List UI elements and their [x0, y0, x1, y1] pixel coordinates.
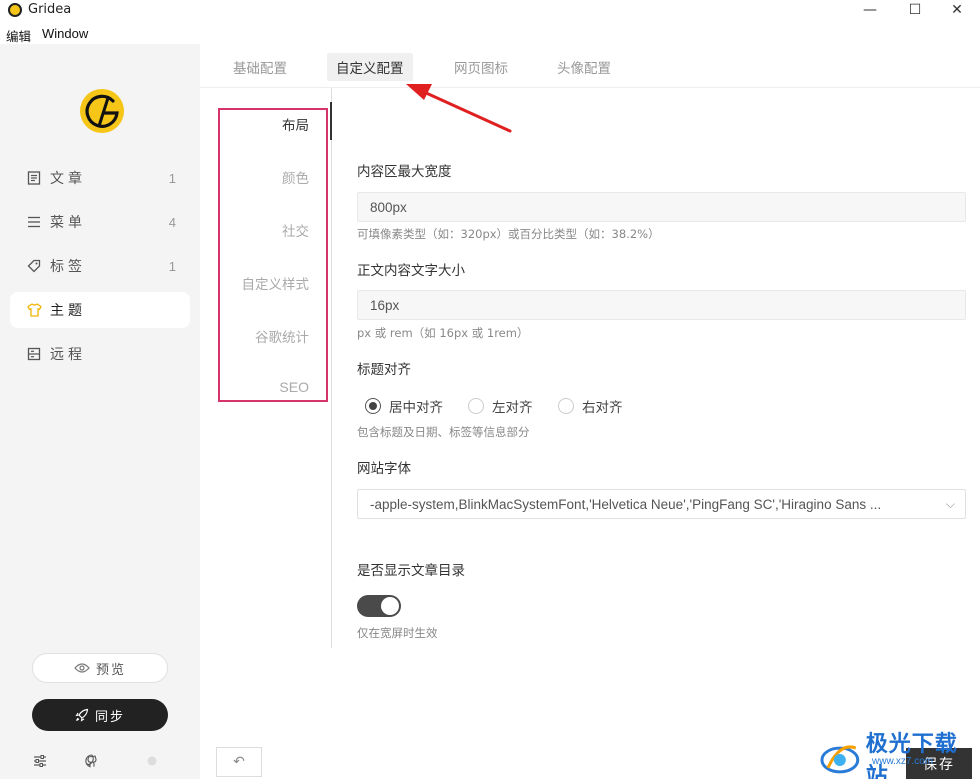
tab-favicon[interactable]: 网页图标 [445, 53, 517, 81]
tab-basic-config[interactable]: 基础配置 [224, 53, 296, 81]
radio-checked-icon [365, 398, 381, 414]
rocket-icon [75, 708, 89, 722]
sidebar: 文章 1 菜单 4 标签 1 主题 远程 预览 同步 [0, 44, 200, 779]
brand-logo-icon [80, 89, 124, 133]
tab-custom-config[interactable]: 自定义配置 [327, 53, 413, 81]
sidebar-item-posts[interactable]: 文章 1 [10, 160, 190, 196]
site-font-label: 网站字体 [357, 461, 411, 477]
title-bar: Gridea — ☐ ✕ [0, 0, 980, 22]
app-logo-icon [8, 3, 22, 17]
sidebar-item-tags[interactable]: 标签 1 [10, 248, 190, 284]
sidebar-item-theme[interactable]: 主题 [10, 292, 190, 328]
undo-button[interactable]: ↶ [216, 747, 262, 777]
subnav-active-indicator [330, 102, 332, 140]
preview-button[interactable]: 预览 [32, 653, 168, 683]
settings-tabs: 基础配置 自定义配置 网页图标 头像配置 [200, 44, 980, 88]
sidebar-item-menu[interactable]: 菜单 4 [10, 204, 190, 240]
show-toc-label: 是否显示文章目录 [357, 563, 465, 579]
site-font-value: -apple-system,BlinkMacSystemFont,'Helvet… [370, 496, 882, 512]
font-size-hint: px 或 rem（如 16px 或 1rem） [357, 326, 529, 340]
font-size-label: 正文内容文字大小 [357, 263, 465, 279]
site-font-select[interactable]: -apple-system,BlinkMacSystemFont,'Helvet… [357, 489, 966, 519]
tab-avatar-config[interactable]: 头像配置 [548, 53, 620, 81]
radio-label: 居中对齐 [389, 400, 443, 416]
radio-align-right[interactable]: 右对齐 [558, 396, 623, 416]
radio-unchecked-icon [468, 398, 484, 414]
max-width-hint: 可填像素类型（如：320px）或百分比类型（如：38.2%） [357, 227, 660, 241]
title-align-label: 标题对齐 [357, 362, 411, 378]
sidebar-item-count: 4 [168, 214, 176, 230]
sidebar-item-count: 1 [168, 258, 176, 274]
preview-label: 预览 [95, 662, 126, 678]
sidebar-item-label: 文章 [50, 171, 86, 187]
title-align-hint: 包含标题及日期、标签等信息部分 [357, 425, 530, 439]
sidebar-item-label: 标签 [50, 259, 86, 275]
watermark-text: 极光下载站 [865, 732, 958, 779]
menu-edit[interactable]: 编辑 [6, 26, 31, 45]
sidebar-item-label: 主题 [50, 303, 86, 319]
menu-window[interactable]: Window [42, 26, 88, 41]
settings-sliders-icon[interactable] [32, 753, 48, 769]
font-size-input[interactable]: 16px [357, 290, 966, 320]
show-toc-toggle[interactable] [357, 595, 401, 617]
status-dot-icon [144, 753, 160, 769]
close-button[interactable]: ✕ [937, 0, 977, 20]
sidebar-item-remote[interactable]: 远程 [10, 336, 190, 372]
radio-align-center[interactable]: 居中对齐 [365, 396, 443, 416]
menu-icon [26, 214, 42, 230]
sidebar-item-label: 菜单 [50, 215, 86, 231]
radio-label: 右对齐 [582, 400, 623, 416]
tag-icon [26, 258, 42, 274]
github-icon[interactable] [84, 753, 100, 769]
sidebar-item-count: 1 [168, 170, 176, 186]
sync-button[interactable]: 同步 [32, 699, 168, 731]
max-width-label: 内容区最大宽度 [357, 164, 452, 180]
minimize-button[interactable]: — [850, 0, 890, 20]
app-title: Gridea [28, 2, 72, 17]
annotation-highlight-box [218, 108, 328, 402]
sync-label: 同步 [94, 709, 125, 725]
chevron-down-icon: ⌵ [945, 497, 955, 511]
maximize-button[interactable]: ☐ [895, 0, 935, 20]
watermark-logo-icon [820, 745, 860, 774]
watermark-url: www.xz7.com [872, 756, 934, 767]
menu-bar: 编辑 Window [0, 24, 980, 44]
show-toc-hint: 仅在宽屏时生效 [357, 626, 438, 640]
toggle-knob [381, 597, 399, 615]
shirt-icon [26, 302, 42, 318]
radio-label: 左对齐 [492, 400, 533, 416]
server-icon [26, 346, 42, 362]
sidebar-item-label: 远程 [50, 347, 86, 363]
eye-icon [74, 663, 90, 673]
watermark: 极光下载站 [818, 726, 980, 779]
max-width-input[interactable]: 800px [357, 192, 966, 222]
document-icon [26, 170, 42, 186]
radio-align-left[interactable]: 左对齐 [468, 396, 533, 416]
radio-unchecked-icon [558, 398, 574, 414]
